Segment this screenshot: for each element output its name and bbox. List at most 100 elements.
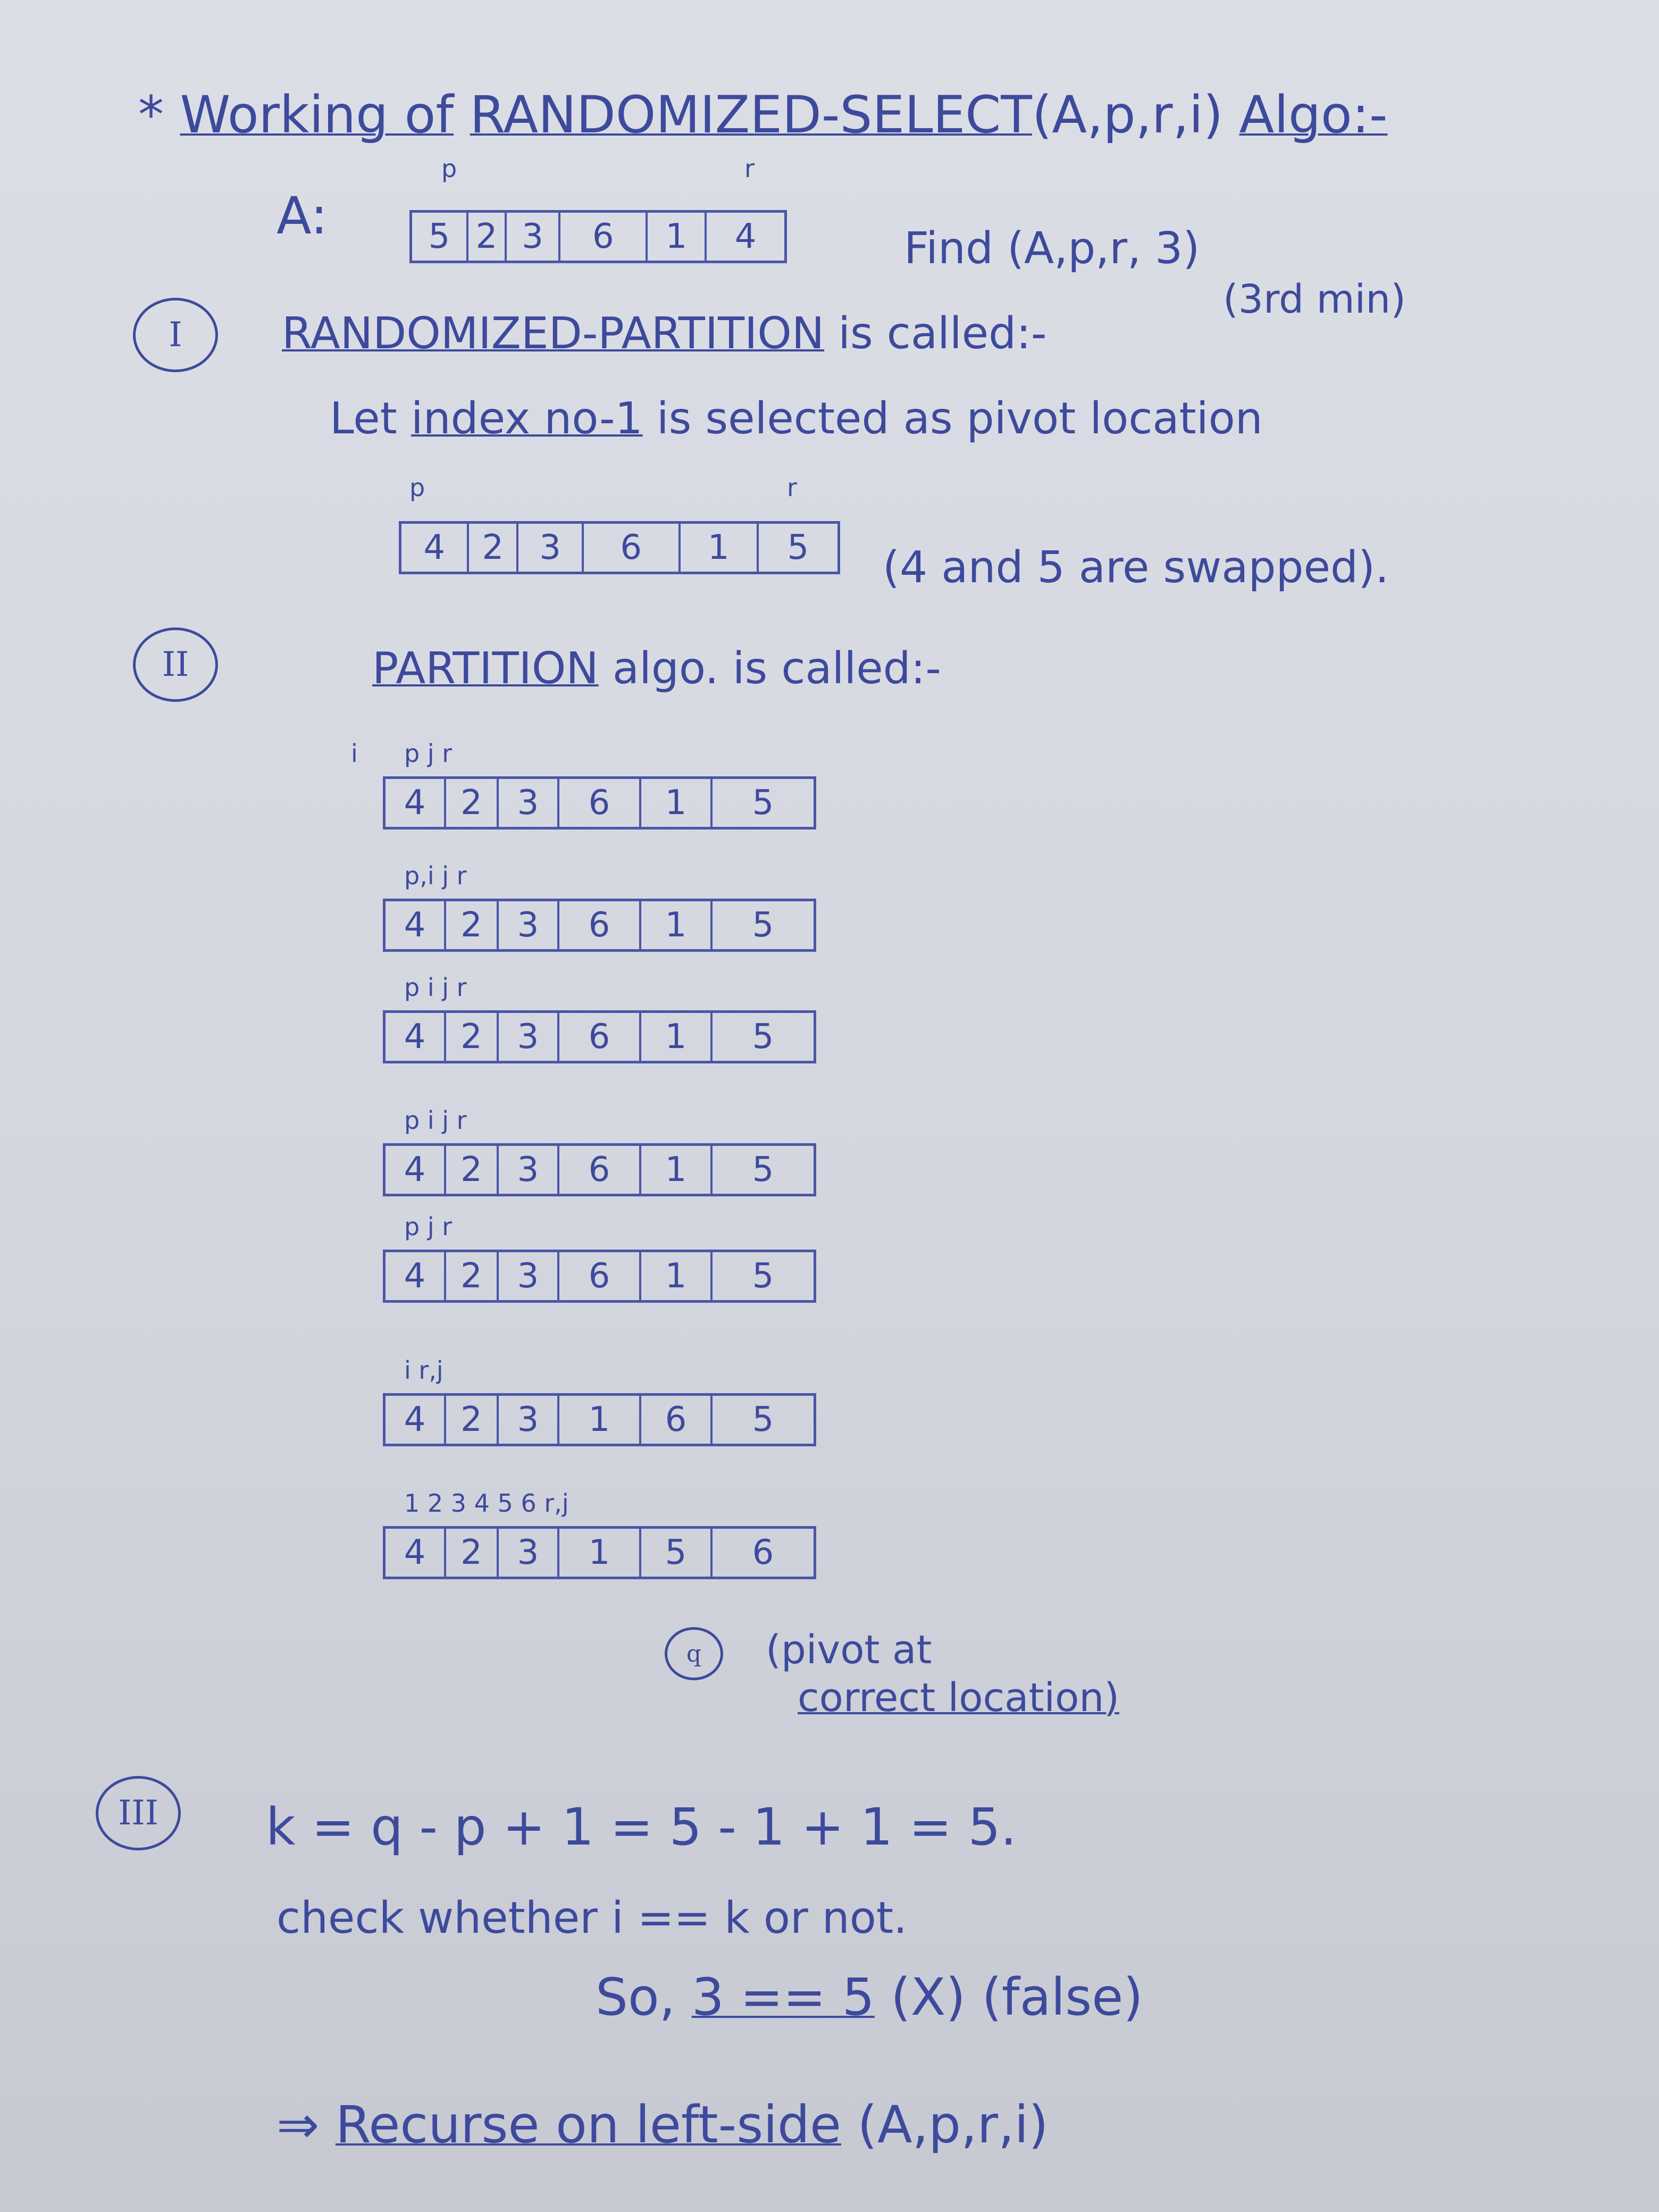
trace-pointer-labels: 1 2 3 4 5 6 r,j <box>404 1489 569 1518</box>
array-cell: 1 <box>641 1013 713 1061</box>
array-cell: 4 <box>734 217 757 256</box>
array-cell: 6 <box>559 1013 641 1061</box>
array-cell: 4 <box>401 524 470 572</box>
array-cell: 5 <box>752 1017 774 1057</box>
pivot-note-line2: correct location) <box>798 1675 1120 1721</box>
r-marker: r <box>787 473 797 502</box>
array-cell: 2 <box>469 524 519 572</box>
implies-arrow: ⇒ <box>276 2095 320 2155</box>
array-cell: 2 <box>446 779 499 827</box>
array-cell: 2 <box>446 1529 499 1577</box>
array-cell: 6 <box>559 1146 641 1194</box>
array-cell: 2 <box>446 1146 499 1194</box>
step-1-line: Let index no-1 is selected as pivot loca… <box>330 393 1263 444</box>
check-line: check whether i == k or not. <box>276 1893 908 1943</box>
array-cell: 5 <box>752 1400 774 1439</box>
array-cell: 2 <box>446 1396 499 1444</box>
title-algorithm: RANDOMIZED-SELECT <box>470 85 1032 145</box>
swap-note: (4 and 5 are swapped). <box>883 542 1389 593</box>
array-cell: 4 <box>386 1146 446 1194</box>
k-formula: k = q - p + 1 = 5 - 1 + 1 = 5. <box>266 1797 1017 1857</box>
array-cell: 6 <box>559 901 641 949</box>
array-label: A: <box>276 186 328 246</box>
array-cell: 5 <box>787 528 809 567</box>
array-cell: 4 <box>386 1013 446 1061</box>
array-cell: 6 <box>584 524 681 572</box>
trace-pointer-labels: p j r <box>404 1212 453 1241</box>
notebook-page: * Working of RANDOMIZED-SELECT(A,p,r,i) … <box>0 0 1659 2212</box>
title-args: (A,p,r,i) <box>1032 85 1224 145</box>
step-marker: II <box>133 627 218 702</box>
trace-array: 423615 <box>383 1010 816 1063</box>
result-line: So, 3 == 5 (X) (false) <box>596 1967 1143 2027</box>
array-cell: 1 <box>559 1396 641 1444</box>
trace-array: 423156 <box>383 1526 816 1579</box>
array-cell: 3 <box>499 1252 559 1300</box>
trace-pointer-labels: i r,j <box>404 1356 443 1385</box>
array-cell: 5 <box>412 213 468 261</box>
array-cell: 6 <box>559 779 641 827</box>
trace-array: 423615 <box>383 899 816 952</box>
array-cell: 1 <box>681 524 759 572</box>
array-cell: 5 <box>752 906 774 945</box>
array-cell: 6 <box>560 213 648 261</box>
trace-array: 423615 <box>383 776 816 830</box>
step-2-rest: algo. is called:- <box>612 643 941 694</box>
trace-pointer-labels: p i j r <box>404 1106 467 1135</box>
array-cell: 3 <box>499 1396 559 1444</box>
array-cell: 6 <box>559 1252 641 1300</box>
trace-pointer-labels: p j r <box>404 739 453 768</box>
array-after-swap: 4 2 3 6 1 5 <box>399 521 840 574</box>
step-marker: III <box>96 1776 181 1850</box>
result-false: (X) (false) <box>891 1967 1143 2027</box>
array-cell: 2 <box>446 901 499 949</box>
result-eq: 3 == 5 <box>691 1967 875 2027</box>
array-cell: 3 <box>507 213 561 261</box>
p-marker: p <box>409 473 425 502</box>
array-cell: 1 <box>641 1252 713 1300</box>
pivot-note-line1: (pivot at <box>766 1627 932 1673</box>
page-title: * Working of RANDOMIZED-SELECT(A,p,r,i) … <box>138 85 1388 145</box>
array-initial: 5 2 3 6 1 4 <box>409 210 787 263</box>
title-prefix: Working of <box>180 85 454 145</box>
array-cell: 1 <box>641 1146 713 1194</box>
array-cell: 5 <box>752 1150 774 1189</box>
array-cell: 3 <box>499 1146 559 1194</box>
recurse-text: Recurse on left-side <box>335 2095 841 2155</box>
step-1-line-c: is selected as pivot location <box>656 393 1263 444</box>
array-cell: 2 <box>446 1252 499 1300</box>
array-cell: 3 <box>499 779 559 827</box>
array-cell: 5 <box>752 783 774 823</box>
array-cell: 1 <box>641 901 713 949</box>
recurse-line: ⇒ Recurse on left-side (A,p,r,i) <box>276 2095 1049 2155</box>
q-marker: q <box>665 1627 723 1680</box>
array-cell: 4 <box>386 1252 446 1300</box>
array-cell: 4 <box>386 1529 446 1577</box>
array-cell: 4 <box>386 1396 446 1444</box>
step-1-keyword: RANDOMIZED-PARTITION <box>282 308 825 359</box>
i-marker: i <box>351 739 358 768</box>
array-cell: 3 <box>499 1013 559 1061</box>
array-cell: 3 <box>518 524 584 572</box>
p-marker: p <box>441 154 457 183</box>
result-so: So, <box>596 1967 676 2027</box>
trace-array: 423165 <box>383 1393 816 1446</box>
third-min-note: (3rd min) <box>1223 276 1406 322</box>
find-call: Find (A,p,r, 3) <box>904 223 1200 274</box>
array-cell: 6 <box>641 1396 713 1444</box>
array-cell: 5 <box>641 1529 713 1577</box>
array-cell: 3 <box>499 1529 559 1577</box>
array-cell: 2 <box>468 213 507 261</box>
recurse-args: (A,p,r,i) <box>857 2095 1049 2155</box>
step-2-heading: PARTITION algo. is called:- <box>372 643 941 694</box>
title-suffix: Algo:- <box>1239 85 1388 145</box>
step-marker: I <box>133 298 218 372</box>
array-cell: 4 <box>386 779 446 827</box>
trace-pointer-labels: p i j r <box>404 973 467 1002</box>
step-1-heading: RANDOMIZED-PARTITION is called:- <box>282 308 1046 359</box>
step-1-line-b: index no-1 <box>410 393 643 444</box>
array-cell: 5 <box>752 1256 774 1296</box>
array-cell: 2 <box>446 1013 499 1061</box>
trace-array: 423615 <box>383 1250 816 1303</box>
array-cell: 1 <box>648 213 707 261</box>
